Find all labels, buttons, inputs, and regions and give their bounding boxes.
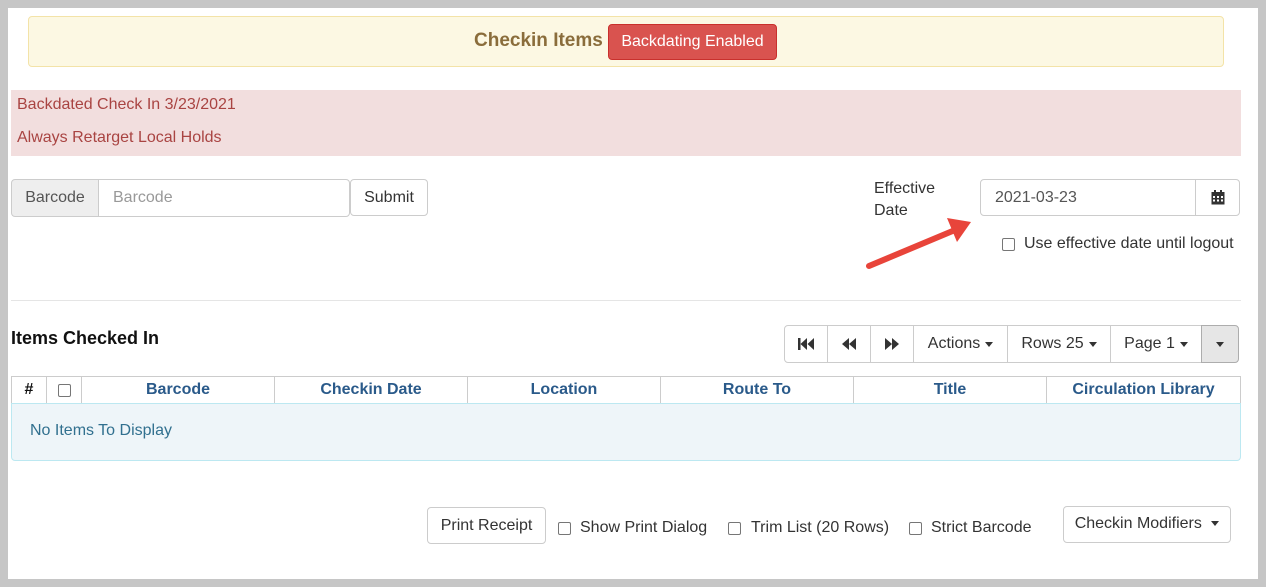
calendar-button[interactable] <box>1195 179 1240 216</box>
checkin-modifiers-dropdown[interactable]: Checkin Modifiers <box>1063 506 1231 543</box>
forward-icon <box>885 338 899 350</box>
page-title: Checkin Items <box>474 30 603 51</box>
use-effective-date-checkbox[interactable] <box>1002 238 1015 251</box>
actions-label: Actions <box>927 335 981 352</box>
checkin-page: Checkin Items Backdating Enabled Backdat… <box>8 8 1258 579</box>
caret-down-icon <box>1179 341 1188 347</box>
column-header-barcode[interactable]: Barcode <box>82 377 275 404</box>
show-print-dialog-checkbox[interactable] <box>558 522 571 535</box>
submit-button[interactable]: Submit <box>350 179 428 216</box>
column-header-route-to[interactable]: Route To <box>661 377 854 404</box>
grid-body: No Items To Display <box>11 403 1241 461</box>
grid-header-row: # Barcode Checkin Date Location Route To… <box>11 376 1241 404</box>
next-page-button[interactable] <box>870 325 914 363</box>
checkin-modifiers-label: Checkin Modifiers <box>1074 515 1202 532</box>
trim-list-label: Trim List (20 Rows) <box>751 519 890 536</box>
grid-pager-toolbar: Actions Rows 25 Page 1 <box>784 325 1239 363</box>
select-all-checkbox[interactable] <box>57 384 71 397</box>
page-dropdown[interactable]: Page 1 <box>1110 325 1202 363</box>
barcode-addon-label: Barcode <box>11 179 99 217</box>
column-header-checkin-date[interactable]: Checkin Date <box>275 377 468 404</box>
column-header-title[interactable]: Title <box>854 377 1047 404</box>
column-header-index: # <box>12 377 47 404</box>
first-page-button[interactable] <box>784 325 828 363</box>
caret-down-icon <box>1088 341 1097 347</box>
column-header-location[interactable]: Location <box>468 377 661 404</box>
previous-page-button[interactable] <box>827 325 871 363</box>
rows-label: Rows 25 <box>1021 335 1084 352</box>
caret-down-icon <box>1211 521 1220 527</box>
annotation-arrow-icon <box>866 218 971 269</box>
barcode-input[interactable] <box>98 179 350 217</box>
effective-date-input[interactable] <box>980 179 1196 216</box>
first-page-icon <box>798 338 814 350</box>
calendar-icon <box>1211 190 1224 205</box>
actions-dropdown[interactable]: Actions <box>913 325 1008 363</box>
strict-barcode-checkbox[interactable] <box>909 522 922 535</box>
empty-grid-message: No Items To Display <box>30 422 172 439</box>
caret-down-icon <box>985 341 994 347</box>
column-options-button[interactable] <box>1201 325 1239 363</box>
backward-icon <box>842 338 856 350</box>
alert-retarget-text: Always Retarget Local Holds <box>17 129 222 146</box>
column-header-select-all <box>47 377 82 404</box>
section-divider <box>11 300 1241 301</box>
column-header-circulation-library[interactable]: Circulation Library <box>1047 377 1240 404</box>
rows-dropdown[interactable]: Rows 25 <box>1007 325 1111 363</box>
backdating-enabled-badge: Backdating Enabled <box>608 24 777 60</box>
use-effective-date-label: Use effective date until logout <box>1024 235 1234 252</box>
trim-list-checkbox[interactable] <box>728 522 741 535</box>
caret-down-icon <box>1216 341 1224 347</box>
alert-backdated-text: Backdated Check In 3/23/2021 <box>17 96 236 113</box>
show-print-dialog-label: Show Print Dialog <box>580 519 708 536</box>
backdate-alert: Backdated Check In 3/23/2021 Always Reta… <box>11 90 1241 156</box>
page-label: Page 1 <box>1124 335 1175 352</box>
items-checked-in-title: Items Checked In <box>11 328 160 348</box>
strict-barcode-label: Strict Barcode <box>931 519 1032 536</box>
print-receipt-button[interactable]: Print Receipt <box>427 507 546 544</box>
